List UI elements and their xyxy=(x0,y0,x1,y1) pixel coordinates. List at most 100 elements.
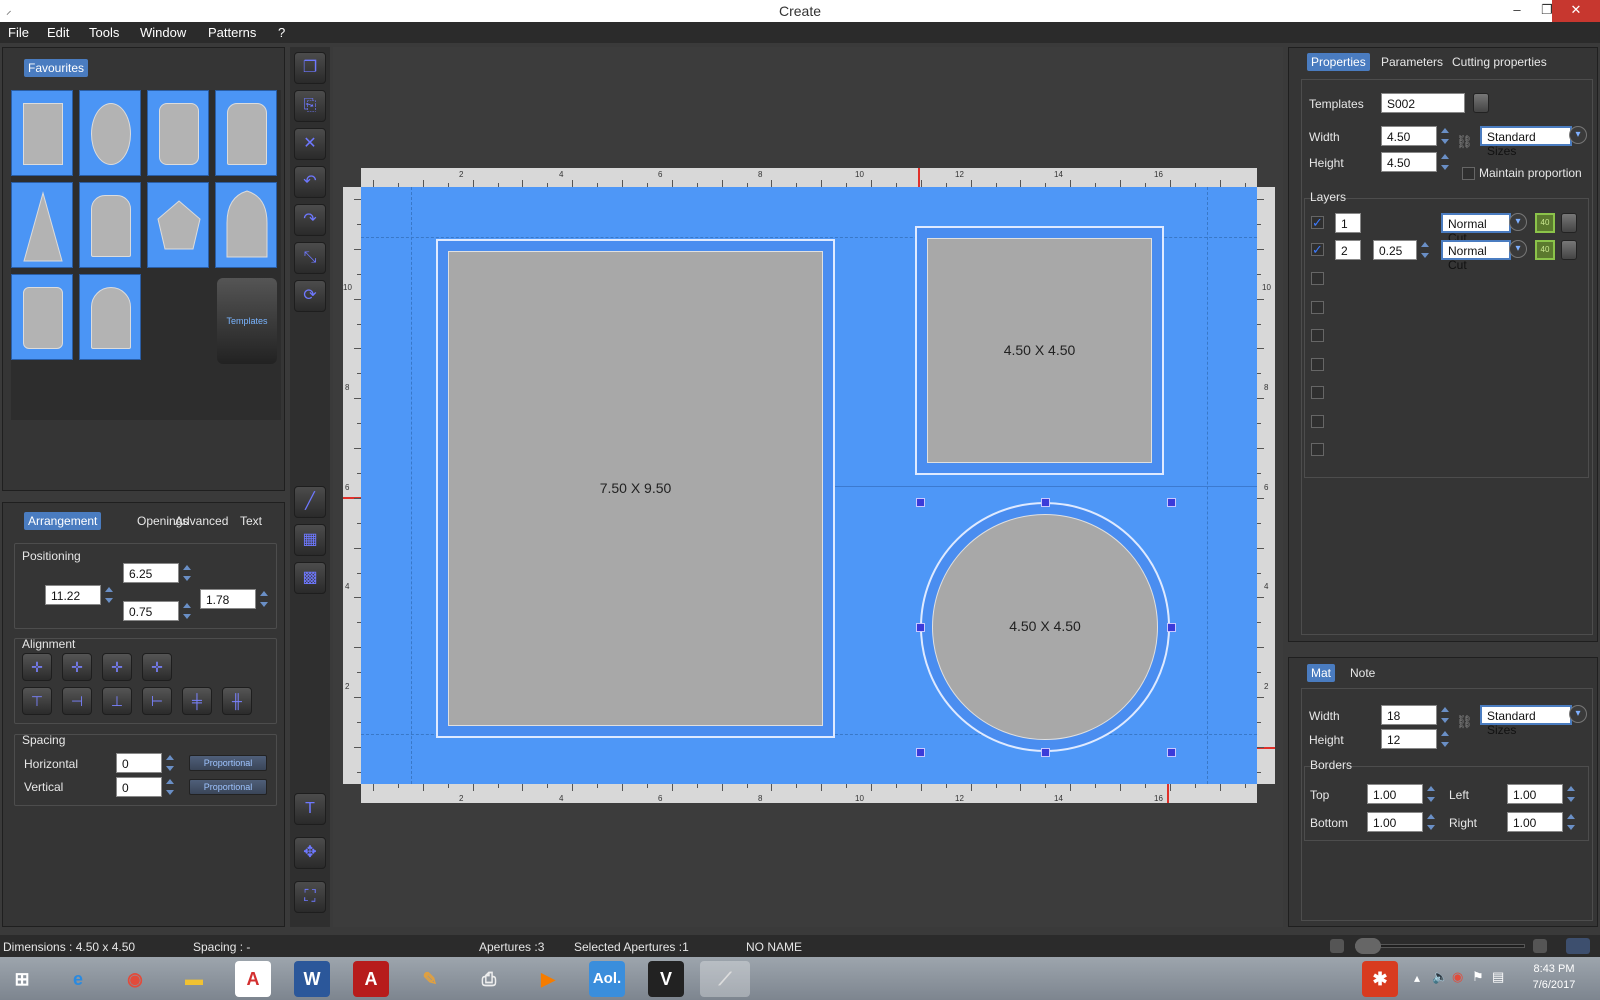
network-icon[interactable]: ▤ xyxy=(1492,969,1504,985)
position-right-input[interactable]: 1.78 xyxy=(200,589,256,609)
border-bottom-spinner[interactable] xyxy=(1427,812,1435,832)
layer-checkbox[interactable] xyxy=(1311,358,1324,371)
layer-checkbox[interactable]: ✓ xyxy=(1311,243,1324,256)
opening-rectangle[interactable]: 7.50 X 9.50 xyxy=(448,251,823,726)
resize-handle[interactable] xyxy=(1041,748,1050,757)
width-input[interactable]: 4.50 xyxy=(1381,126,1437,146)
menu-patterns[interactable]: Patterns xyxy=(208,25,256,40)
template-pentagon[interactable] xyxy=(147,182,209,268)
resize-handle[interactable] xyxy=(916,623,925,632)
standard-sizes-dropdown[interactable]: Standard Sizes xyxy=(1480,126,1572,158)
menu-edit[interactable]: Edit xyxy=(47,25,69,40)
layer-number[interactable]: 1 xyxy=(1335,213,1361,233)
tab-note[interactable]: Note xyxy=(1346,664,1379,682)
layer-checkbox[interactable] xyxy=(1311,329,1324,342)
resize-handle[interactable] xyxy=(1041,498,1050,507)
menu-tools[interactable]: Tools xyxy=(89,25,119,40)
position-bottom-spinner[interactable] xyxy=(183,601,191,621)
template-triangle[interactable] xyxy=(11,182,73,268)
paste-icon[interactable]: ⎘ xyxy=(294,90,326,122)
grid-icon[interactable]: ▦ xyxy=(294,524,326,556)
menu-file[interactable]: File xyxy=(8,25,29,40)
chevron-down-icon[interactable]: ▾ xyxy=(1509,240,1527,258)
distribute-horizontal-icon[interactable]: ╪ xyxy=(182,687,212,715)
layer-options-button[interactable] xyxy=(1561,213,1577,233)
align-left-edge-icon[interactable]: ⊢ xyxy=(142,687,172,715)
mat-height-input[interactable]: 12 xyxy=(1381,729,1437,749)
paint-icon[interactable]: ✎ xyxy=(412,961,448,997)
tab-cutting-properties[interactable]: Cutting properties xyxy=(1448,53,1551,71)
mat-width-spinner[interactable] xyxy=(1441,705,1449,725)
layer-number[interactable]: 2 xyxy=(1335,240,1361,260)
crop-icon[interactable]: ⛶ xyxy=(294,881,326,913)
mat-standard-sizes-dropdown[interactable]: Standard Sizes xyxy=(1480,705,1572,737)
mat-canvas[interactable]: 7.50 X 9.50 4.50 X 4.50 4.50 X 4.50 xyxy=(361,187,1257,784)
tray-chevron-icon[interactable]: ▴ xyxy=(1414,971,1420,985)
spacing-horizontal-spinner[interactable] xyxy=(166,753,174,773)
align-right-icon[interactable]: ✛ xyxy=(102,653,132,681)
opening-square-frame[interactable]: 4.50 X 4.50 xyxy=(915,226,1164,475)
chevron-down-icon[interactable]: ▾ xyxy=(1509,213,1527,231)
mat-designer-icon[interactable]: ⟋ xyxy=(700,961,750,997)
close-button[interactable]: ✕ xyxy=(1552,0,1600,22)
spacing-horizontal-input[interactable]: 0 xyxy=(116,753,162,773)
height-spinner[interactable] xyxy=(1441,152,1449,172)
fit-view-icon[interactable] xyxy=(1566,938,1590,954)
opening-circle-frame[interactable]: 4.50 X 4.50 xyxy=(920,502,1170,752)
rotate-right-icon[interactable]: ↷ xyxy=(294,204,326,236)
menu-help[interactable]: ? xyxy=(278,25,285,40)
layer-options-button[interactable] xyxy=(1561,240,1577,260)
position-left-spinner[interactable] xyxy=(105,585,113,605)
layer-checkbox[interactable] xyxy=(1311,415,1324,428)
duplicate-icon[interactable]: ❐ xyxy=(294,52,326,84)
resize-icon[interactable]: ⤡ xyxy=(294,242,326,274)
menu-window[interactable]: Window xyxy=(140,25,186,40)
template-arch-top[interactable] xyxy=(79,182,141,268)
layer-checkbox[interactable] xyxy=(1311,272,1324,285)
pen-icon[interactable]: ╱ xyxy=(294,486,326,518)
chevron-down-icon[interactable]: ▾ xyxy=(1569,705,1587,723)
template-gothic-arch[interactable] xyxy=(215,182,277,268)
border-top-spinner[interactable] xyxy=(1427,784,1435,804)
media-player-icon[interactable]: ▶ xyxy=(530,961,566,997)
notification-app-icon[interactable]: ✱ xyxy=(1362,961,1398,997)
link-icon[interactable]: ⛓ xyxy=(1456,714,1473,730)
align-bottom-icon[interactable]: ⊥ xyxy=(102,687,132,715)
acrobat-pro-icon[interactable]: A xyxy=(353,961,389,997)
opening-circle[interactable]: 4.50 X 4.50 xyxy=(932,514,1158,740)
internet-explorer-icon[interactable]: e xyxy=(60,961,96,997)
mat-width-input[interactable]: 18 xyxy=(1381,705,1437,725)
move-icon[interactable]: ✥ xyxy=(294,837,326,869)
resize-handle[interactable] xyxy=(1167,748,1176,757)
resize-handle[interactable] xyxy=(916,748,925,757)
layer-checkbox[interactable]: ✓ xyxy=(1311,216,1324,229)
resize-handle[interactable] xyxy=(916,498,925,507)
layer-cut-dropdown[interactable]: Normal Cut xyxy=(1441,240,1511,272)
border-top-input[interactable]: 1.00 xyxy=(1367,784,1423,804)
flag-icon[interactable]: ⚑ xyxy=(1472,969,1484,985)
align-left-icon[interactable]: ✛ xyxy=(22,653,52,681)
resize-handle[interactable] xyxy=(1167,498,1176,507)
file-explorer-icon[interactable]: ▬ xyxy=(176,961,212,997)
acrobat-icon[interactable]: A xyxy=(235,961,271,997)
rotate-left-icon[interactable]: ↶ xyxy=(294,166,326,198)
zoom-slider-thumb[interactable] xyxy=(1355,938,1381,954)
chevron-down-icon[interactable]: ▾ xyxy=(1569,126,1587,144)
zoom-out-icon[interactable] xyxy=(1330,939,1344,953)
tab-arrangement[interactable]: Arrangement xyxy=(24,512,102,530)
tab-properties[interactable]: Properties xyxy=(1307,53,1370,71)
templates-button[interactable]: Templates xyxy=(217,278,277,364)
scanner-icon[interactable]: ⎙ xyxy=(471,961,507,997)
chrome-icon[interactable]: ◉ xyxy=(117,961,153,997)
layer-offset-input[interactable]: 0.25 xyxy=(1373,240,1417,260)
align-center-h-icon[interactable]: ✛ xyxy=(62,653,92,681)
tab-favourites[interactable]: Favourites xyxy=(24,59,89,77)
template-notched-rectangle[interactable] xyxy=(147,90,209,176)
layer-blade-badge[interactable]: 40 xyxy=(1535,213,1555,233)
border-right-spinner[interactable] xyxy=(1567,812,1575,832)
position-bottom-input[interactable]: 0.75 xyxy=(123,601,179,621)
align-center-v-icon[interactable]: ✛ xyxy=(142,653,172,681)
position-right-spinner[interactable] xyxy=(260,589,268,609)
layer-blade-badge[interactable]: 40 xyxy=(1535,240,1555,260)
spacing-vertical-input[interactable]: 0 xyxy=(116,777,162,797)
